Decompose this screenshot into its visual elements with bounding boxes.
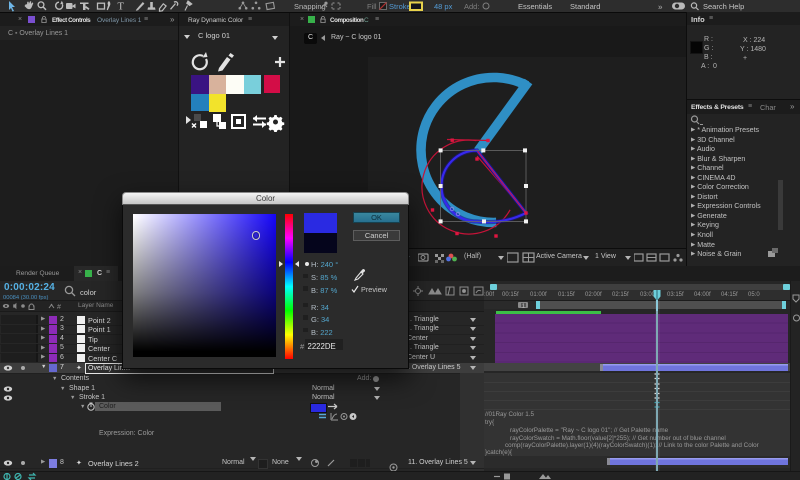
svg-text:1: 1 (522, 304, 525, 310)
svg-text:Add:: Add: (464, 2, 479, 11)
svg-text:Search Help: Search Help (703, 2, 744, 11)
svg-text:Snapping: Snapping (294, 2, 326, 11)
svg-text:»: » (658, 3, 663, 12)
svg-text:Essentials: Essentials (518, 2, 552, 11)
svg-text:Fill: Fill (367, 2, 377, 11)
svg-text:48 px: 48 px (434, 2, 453, 11)
svg-text:Standard: Standard (570, 2, 600, 11)
svg-text:T: T (118, 2, 125, 13)
svg-text:Stroke: Stroke (389, 2, 411, 11)
